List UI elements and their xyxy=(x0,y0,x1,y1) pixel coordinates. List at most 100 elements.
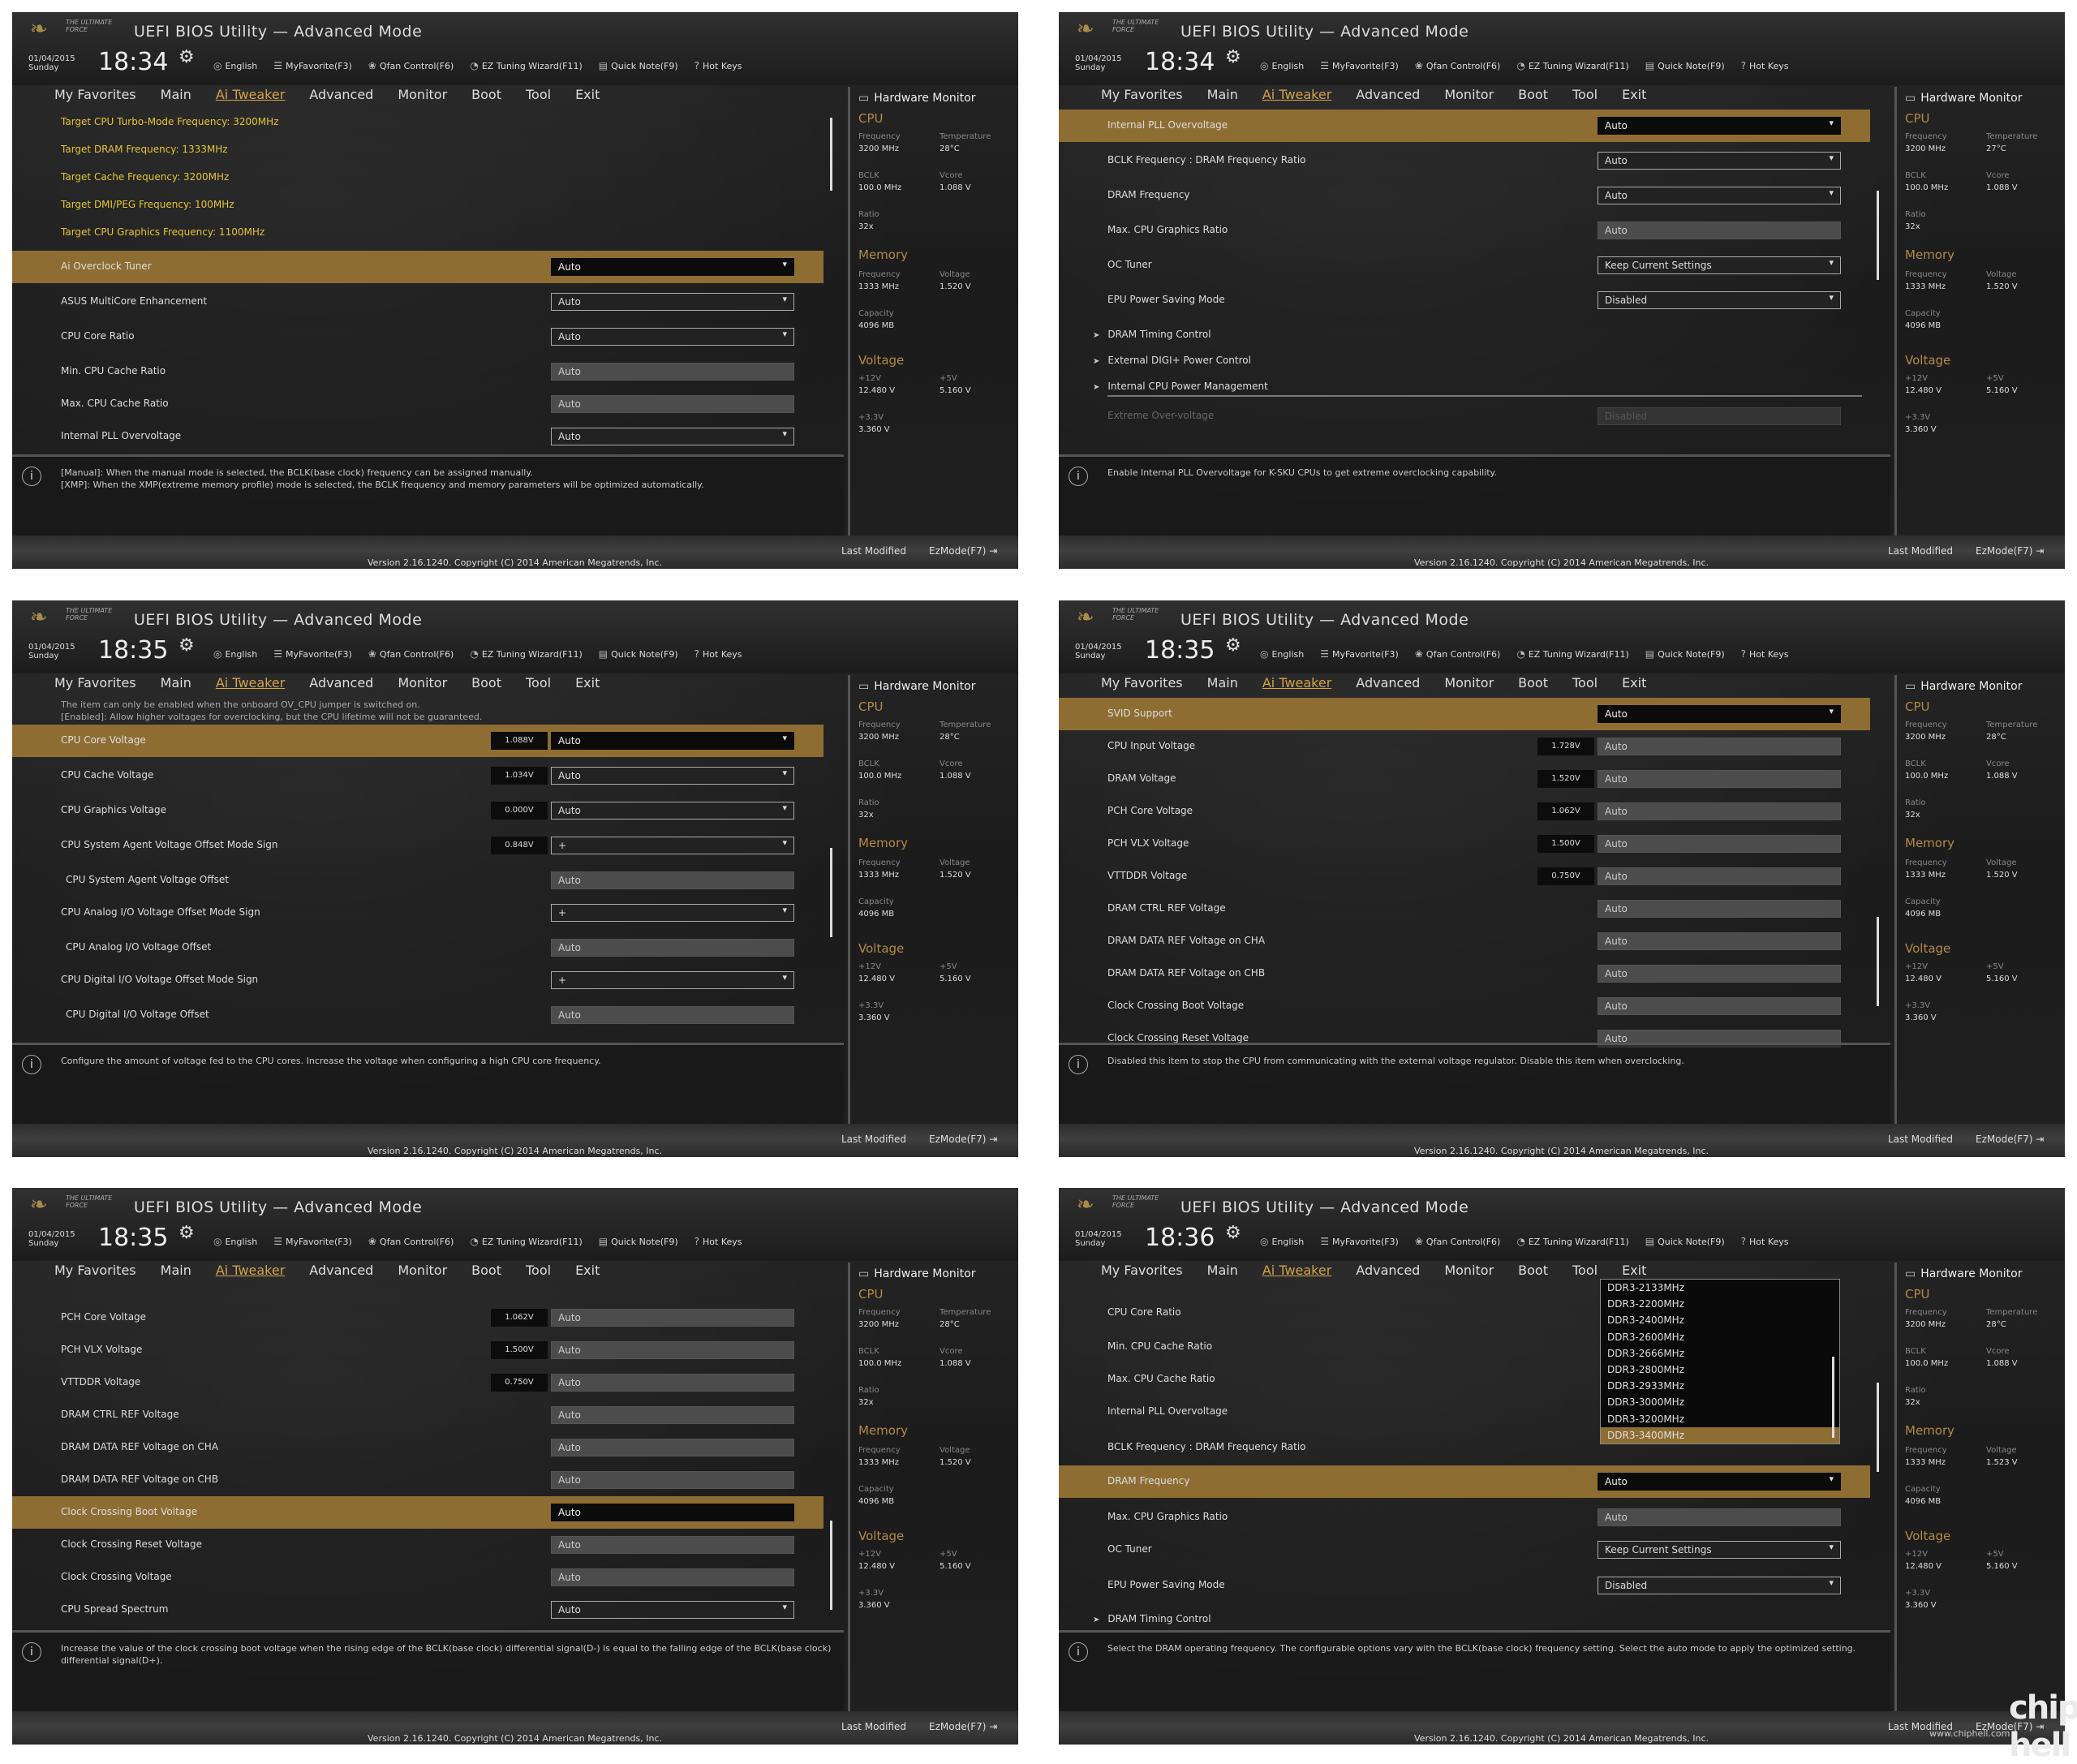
tab-advanced[interactable]: Advanced xyxy=(1356,1263,1420,1284)
setting-row-svid-support[interactable]: SVID Support Auto ▾ xyxy=(1059,698,1870,730)
tab-advanced[interactable]: Advanced xyxy=(1356,87,1420,108)
dropdown-scrollbar[interactable] xyxy=(1832,1357,1834,1438)
menu-myfavorite[interactable]: ☰ MyFavorite(F3) xyxy=(273,58,352,74)
setting-value[interactable]: Auto ▾ xyxy=(551,328,794,346)
tab-advanced[interactable]: Advanced xyxy=(309,87,373,108)
setting-row-max-cpu-graphics-ratio[interactable]: Max. CPU Graphics Ratio Auto xyxy=(1059,214,1870,247)
setting-row-internal-pll-overvoltage[interactable]: Internal PLL Overvoltage Auto ▾ xyxy=(1059,110,1870,142)
setting-value[interactable]: Auto xyxy=(551,1504,794,1521)
ezmode-button[interactable]: EzMode(F7) ⇥ xyxy=(929,1721,997,1732)
menu-myfavorite[interactable]: ☰ MyFavorite(F3) xyxy=(1320,58,1399,74)
tab-boot[interactable]: Boot xyxy=(1518,675,1548,696)
setting-row-dram-data-ref-voltage-on-cha[interactable]: DRAM DATA REF Voltage on CHA Auto xyxy=(12,1431,823,1464)
setting-value[interactable]: Auto xyxy=(1598,835,1841,853)
setting-value[interactable]: Auto xyxy=(1598,900,1841,918)
dropdown-option[interactable]: DDR3-2200MHz xyxy=(1601,1296,1839,1312)
setting-row-asus-multicore-enhancement[interactable]: ASUS MultiCore Enhancement Auto ▾ xyxy=(12,286,823,318)
menu-qfan[interactable]: ❀ Qfan Control(F6) xyxy=(368,1233,454,1250)
setting-value[interactable]: Auto ▾ xyxy=(551,802,794,820)
tab-main[interactable]: Main xyxy=(161,87,191,108)
setting-row-pch-core-voltage[interactable]: PCH Core Voltage 1.062V Auto xyxy=(1059,795,1870,828)
setting-row-epu-power-saving-mode[interactable]: EPU Power Saving Mode Disabled ▾ xyxy=(1059,284,1870,316)
menu-myfavorite[interactable]: ☰ MyFavorite(F3) xyxy=(1320,1233,1399,1250)
tab-my-favorites[interactable]: My Favorites xyxy=(1101,87,1183,108)
scrollbar[interactable] xyxy=(1877,1383,1879,1472)
setting-value[interactable]: Auto xyxy=(1598,867,1841,885)
setting-value[interactable]: Auto xyxy=(551,1568,794,1586)
tab-main[interactable]: Main xyxy=(1207,1263,1238,1284)
tab-exit[interactable]: Exit xyxy=(575,87,600,108)
ezmode-button[interactable]: EzMode(F7) ⇥ xyxy=(1976,1134,2044,1145)
menu-qfan[interactable]: ❀ Qfan Control(F6) xyxy=(368,58,454,74)
setting-value[interactable]: Auto xyxy=(1598,1508,1841,1526)
tab-boot[interactable]: Boot xyxy=(471,87,501,108)
setting-row-clock-crossing-voltage[interactable]: Clock Crossing Voltage Auto xyxy=(12,1561,823,1594)
menu-myfavorite[interactable]: ☰ MyFavorite(F3) xyxy=(273,646,352,662)
setting-row-pch-vlx-voltage[interactable]: PCH VLX Voltage 1.500V Auto xyxy=(12,1334,823,1366)
setting-row-dram-ctrl-ref-voltage[interactable]: DRAM CTRL REF Voltage Auto xyxy=(1059,893,1870,925)
menu-myfavorite[interactable]: ☰ MyFavorite(F3) xyxy=(1320,646,1399,662)
setting-value[interactable]: Auto xyxy=(551,1439,794,1456)
gear-icon[interactable]: ⚙ xyxy=(178,1223,195,1243)
setting-row-clock-crossing-boot-voltage[interactable]: Clock Crossing Boot Voltage Auto xyxy=(1059,990,1870,1022)
setting-row-bclk-frequency-dram-frequency-ratio[interactable]: BCLK Frequency : DRAM Frequency Ratio Aut… xyxy=(1059,144,1870,177)
setting-value[interactable]: Auto ▾ xyxy=(551,428,794,445)
tab-ai-tweaker[interactable]: Ai Tweaker xyxy=(216,675,285,696)
tab-tool[interactable]: Tool xyxy=(526,1263,551,1284)
setting-row-cpu-system-agent-voltage-offset[interactable]: CPU System Agent Voltage Offset Auto xyxy=(12,864,823,897)
tab-my-favorites[interactable]: My Favorites xyxy=(54,87,136,108)
setting-value[interactable]: + ▾ xyxy=(551,904,794,922)
tab-boot[interactable]: Boot xyxy=(471,675,501,696)
setting-value[interactable]: Auto ▾ xyxy=(1598,1473,1841,1491)
setting-row-dram-data-ref-voltage-on-chb[interactable]: DRAM DATA REF Voltage on CHB Auto xyxy=(12,1464,823,1496)
menu-myfavorite[interactable]: ☰ MyFavorite(F3) xyxy=(273,1233,352,1250)
setting-value[interactable]: Auto xyxy=(1598,738,1841,755)
tab-boot[interactable]: Boot xyxy=(1518,1263,1548,1284)
ezmode-button[interactable]: EzMode(F7) ⇥ xyxy=(1976,545,2044,557)
last-modified-button[interactable]: Last Modified xyxy=(1888,545,1953,557)
ezmode-button[interactable]: EzMode(F7) ⇥ xyxy=(929,545,997,557)
setting-row-ai-overclock-tuner[interactable]: Ai Overclock Tuner Auto ▾ xyxy=(12,251,823,283)
setting-row-dram-voltage[interactable]: DRAM Voltage 1.520V Auto xyxy=(1059,763,1870,795)
tab-monitor[interactable]: Monitor xyxy=(398,87,447,108)
setting-row-cpu-core-voltage[interactable]: CPU Core Voltage 1.088V Auto ▾ xyxy=(12,725,823,757)
setting-value[interactable]: Auto xyxy=(551,871,794,889)
dropdown-option[interactable]: DDR3-2133MHz xyxy=(1601,1280,1839,1296)
setting-value[interactable]: Auto ▾ xyxy=(1598,117,1841,135)
dropdown-option[interactable]: DDR3-2600MHz xyxy=(1601,1329,1839,1345)
menu-eztuning[interactable]: ◔ EZ Tuning Wizard(F11) xyxy=(470,58,582,74)
setting-value[interactable]: Auto xyxy=(551,939,794,957)
setting-row-dram-data-ref-voltage-on-chb[interactable]: DRAM DATA REF Voltage on CHB Auto xyxy=(1059,957,1870,990)
menu-english[interactable]: ◎ English xyxy=(213,58,257,74)
setting-value[interactable]: Auto xyxy=(551,1341,794,1359)
menu-english[interactable]: ◎ English xyxy=(1260,1233,1304,1250)
setting-value[interactable]: Auto ▾ xyxy=(1598,187,1841,204)
menu-quicknote[interactable]: ▤ Quick Note(F9) xyxy=(1645,646,1725,662)
tab-boot[interactable]: Boot xyxy=(1518,87,1548,108)
menu-quicknote[interactable]: ▤ Quick Note(F9) xyxy=(1645,1233,1725,1250)
tab-my-favorites[interactable]: My Favorites xyxy=(1101,675,1183,696)
tab-main[interactable]: Main xyxy=(161,1263,191,1284)
dropdown-option[interactable]: DDR3-3400MHz xyxy=(1601,1426,1839,1443)
menu-english[interactable]: ◎ English xyxy=(213,1233,257,1250)
menu-eztuning[interactable]: ◔ EZ Tuning Wizard(F11) xyxy=(1516,58,1628,74)
gear-icon[interactable]: ⚙ xyxy=(1225,635,1241,656)
tab-exit[interactable]: Exit xyxy=(1622,87,1646,108)
menu-eztuning[interactable]: ◔ EZ Tuning Wizard(F11) xyxy=(1516,1233,1628,1250)
setting-value[interactable]: Auto ▾ xyxy=(551,767,794,785)
menu-eztuning[interactable]: ◔ EZ Tuning Wizard(F11) xyxy=(470,1233,582,1250)
setting-row-cpu-system-agent-voltage-offset-mode-sign[interactable]: CPU System Agent Voltage Offset Mode Sig… xyxy=(12,829,823,862)
menu-eztuning[interactable]: ◔ EZ Tuning Wizard(F11) xyxy=(470,646,582,662)
setting-row-dram-frequency[interactable]: DRAM Frequency Auto ▾ xyxy=(1059,179,1870,212)
setting-value[interactable]: Auto ▾ xyxy=(551,293,794,311)
setting-row-dram-frequency[interactable]: DRAM Frequency Auto ▾ xyxy=(1059,1465,1870,1498)
menu-hotkeys[interactable]: ? Hot Keys xyxy=(694,646,742,662)
tab-monitor[interactable]: Monitor xyxy=(398,1263,447,1284)
gear-icon[interactable]: ⚙ xyxy=(1225,1223,1241,1243)
dropdown-option[interactable]: DDR3-2400MHz xyxy=(1601,1312,1839,1328)
setting-value[interactable]: Auto xyxy=(1598,770,1841,788)
scrollbar[interactable] xyxy=(830,848,832,937)
tab-monitor[interactable]: Monitor xyxy=(1444,1263,1494,1284)
menu-english[interactable]: ◎ English xyxy=(1260,646,1304,662)
setting-row-clock-crossing-reset-voltage[interactable]: Clock Crossing Reset Voltage Auto xyxy=(12,1529,823,1561)
